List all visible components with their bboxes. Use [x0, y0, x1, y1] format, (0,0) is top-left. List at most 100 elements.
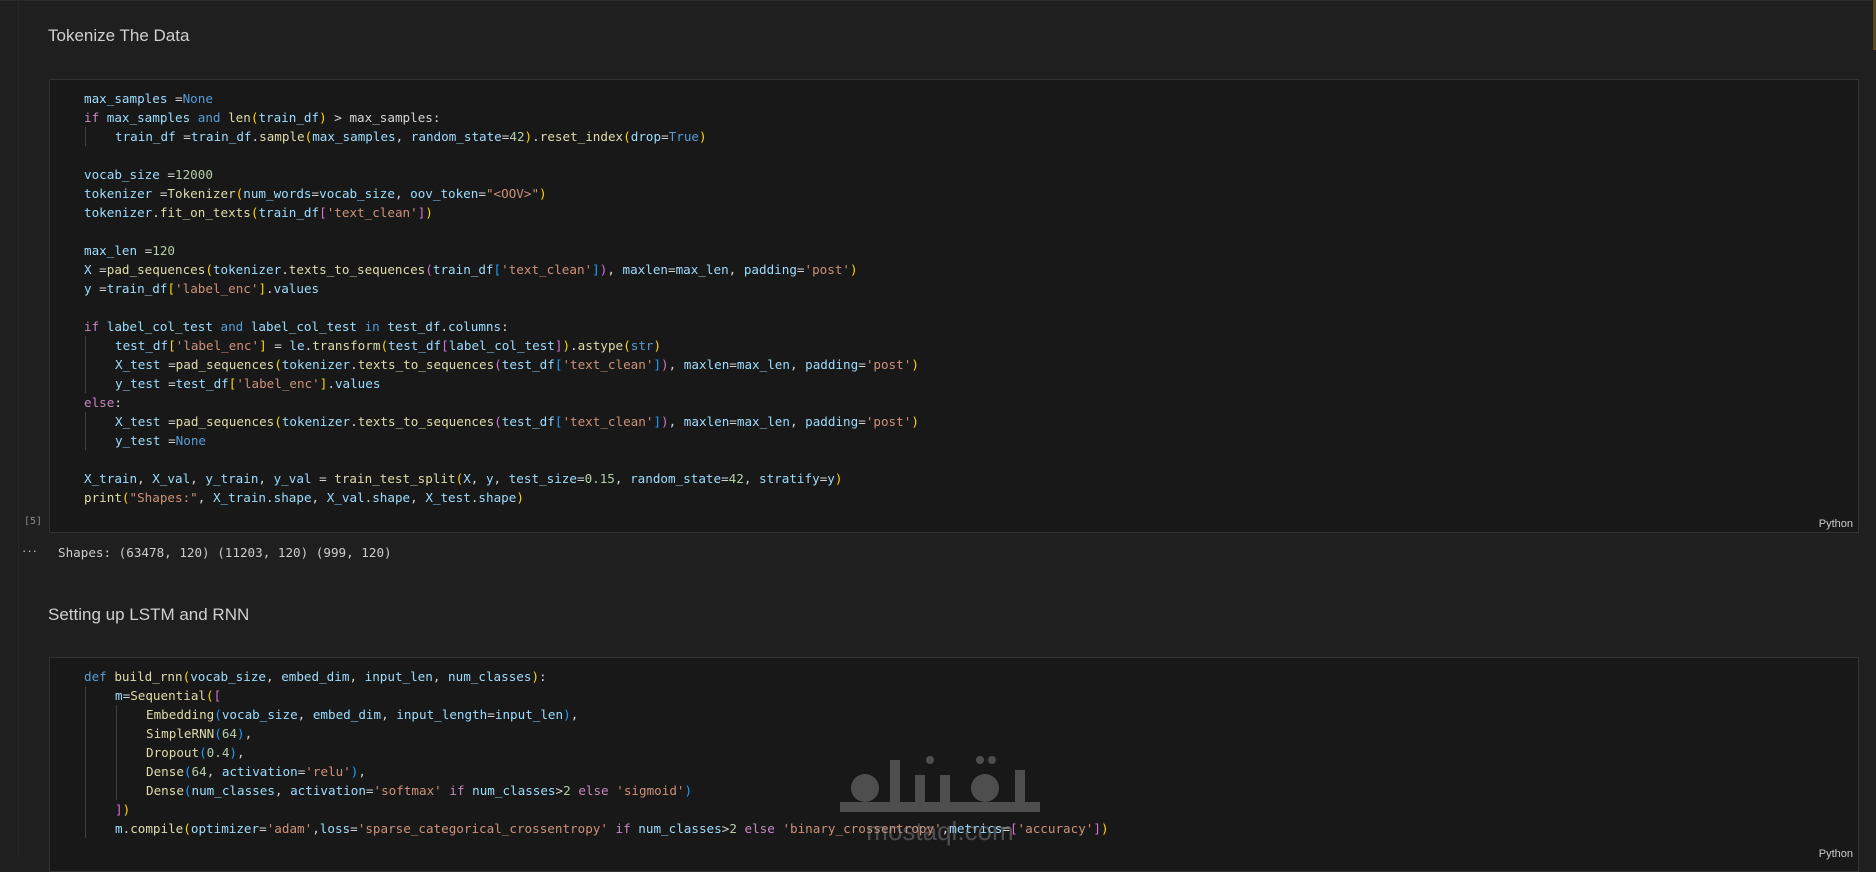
code-token: build_rnn [114, 669, 183, 684]
code-token: = [729, 357, 737, 372]
code-token: num_words [243, 186, 312, 201]
code-token: padding [743, 262, 797, 277]
code-token: shape [478, 490, 517, 505]
code-line[interactable]: else: [84, 393, 919, 412]
code-token: padding [805, 414, 859, 429]
code-token: : [114, 395, 122, 410]
code-token: loss [319, 821, 351, 836]
code-line[interactable]: Embedding(vocab_size, embed_dim, input_l… [84, 705, 1109, 724]
code-editor[interactable]: max_samples =None if max_samples and len(… [84, 89, 919, 507]
code-token: y_test [115, 376, 161, 391]
code-editor[interactable]: def build_rnn(vocab_size, embed_dim, inp… [84, 667, 1109, 838]
code-line[interactable]: train_df =train_df.sample(max_samples, r… [84, 127, 919, 146]
code-token: y_test [115, 433, 161, 448]
code-line[interactable]: vocab_size =12000 [84, 165, 919, 184]
code-token: 0.15 [584, 471, 615, 486]
cell-language-label[interactable]: Python [1819, 848, 1853, 860]
markdown-heading-tokenize: Tokenize The Data [48, 26, 190, 45]
code-token: ( [183, 783, 192, 798]
indent-guide [84, 800, 115, 819]
code-token: oov_token [410, 186, 479, 201]
code-line[interactable]: y_test =test_df['label_enc'].values [84, 374, 919, 393]
cell-language-label[interactable]: Python [1819, 518, 1853, 530]
code-token: , [789, 414, 806, 429]
code-token: train_df [190, 129, 252, 144]
code-token: , [297, 707, 313, 722]
code-token: train_df [432, 262, 494, 277]
code-token: [ [319, 205, 327, 220]
code-line[interactable]: if label_col_test and label_col_test in … [84, 317, 919, 336]
code-line[interactable]: max_samples =None [84, 89, 919, 108]
code-token: , [607, 262, 623, 277]
code-token: ] [259, 338, 267, 353]
indent-guide [84, 336, 115, 355]
top-divider [0, 0, 1876, 1]
code-line[interactable]: tokenizer.fit_on_texts(train_df['text_cl… [84, 203, 919, 222]
code-token: 'accuracy' [1017, 821, 1094, 836]
code-line[interactable]: y =train_df['label_enc'].values [84, 279, 919, 298]
code-token: test_df [115, 338, 169, 353]
code-token: if [84, 319, 100, 334]
code-token: ] [592, 262, 600, 277]
code-token: reset_index [539, 129, 624, 144]
code-line[interactable]: m=Sequential([ [84, 686, 1109, 705]
code-line[interactable]: tokenizer =Tokenizer(num_words=vocab_siz… [84, 184, 919, 203]
code-line[interactable]: ]) [84, 800, 1109, 819]
code-line[interactable]: print("Shapes:", X_train.shape, X_val.sh… [84, 488, 919, 507]
code-token: print [84, 490, 122, 505]
code-token: , [570, 707, 579, 722]
code-line[interactable]: Dense(num_classes, activation='softmax' … [84, 781, 1109, 800]
code-token: 'relu' [305, 764, 351, 779]
code-line[interactable]: X =pad_sequences(tokenizer.texts_to_sequ… [84, 260, 919, 279]
code-line[interactable]: X_test =pad_sequences(tokenizer.texts_to… [84, 412, 919, 431]
execution-count: [5] [24, 516, 43, 527]
code-token: , [614, 471, 631, 486]
code-token: Dense [146, 783, 184, 798]
code-line[interactable] [84, 222, 919, 241]
indent-guide [115, 781, 146, 800]
code-token: None [182, 91, 213, 106]
output-more-icon[interactable]: ··· [22, 543, 38, 558]
code-cell-tokenize[interactable]: max_samples =None if max_samples and len(… [49, 79, 1859, 533]
code-line[interactable]: def build_rnn(vocab_size, embed_dim, inp… [84, 667, 1109, 686]
code-token: [ [168, 338, 176, 353]
code-line[interactable]: Dropout(0.4), [84, 743, 1109, 762]
code-token: embed_dim [281, 669, 350, 684]
code-token: sample [259, 129, 305, 144]
code-line[interactable]: X_test =pad_sequences(tokenizer.texts_to… [84, 355, 919, 374]
code-line[interactable]: Dense(64, activation='relu'), [84, 762, 1109, 781]
code-line[interactable]: SimpleRNN(64), [84, 724, 1109, 743]
code-line[interactable]: if max_samples and len(train_df) > max_s… [84, 108, 919, 127]
code-token: = [796, 262, 805, 277]
indent-guide [84, 412, 115, 431]
code-line[interactable]: max_len =120 [84, 241, 919, 260]
code-token: else [84, 395, 115, 410]
indent-guide [84, 686, 115, 705]
code-token: . [266, 490, 274, 505]
code-token: 'label_enc' [236, 376, 320, 391]
code-token: ( [425, 262, 433, 277]
code-token: y [84, 281, 92, 296]
code-token: in [364, 319, 380, 334]
code-token: num_classes [464, 783, 556, 798]
indent-guide [84, 431, 115, 450]
code-token: = [266, 338, 290, 353]
code-token: if [449, 783, 465, 798]
code-line[interactable]: test_df['label_enc'] = le.transform(test… [84, 336, 919, 355]
code-line[interactable] [84, 298, 919, 317]
code-token: = [167, 91, 183, 106]
code-line[interactable]: y_test =None [84, 431, 919, 450]
code-line[interactable]: m.compile(optimizer='adam',loss='sparse_… [84, 819, 1109, 838]
markdown-heading-lstm-rnn: Setting up LSTM and RNN [48, 605, 250, 624]
code-cell-build-rnn[interactable]: def build_rnn(vocab_size, embed_dim, inp… [49, 657, 1859, 872]
code-token: 'post' [865, 357, 912, 372]
code-line[interactable] [84, 450, 919, 469]
code-token: > max_samples: [326, 110, 441, 125]
code-token: , [190, 471, 206, 486]
code-line[interactable] [84, 146, 919, 165]
code-line[interactable]: X_train, X_val, y_train, y_val = train_t… [84, 469, 919, 488]
code-token: ( [623, 129, 631, 144]
code-token: max_len [736, 414, 790, 429]
code-token: ) [563, 707, 571, 722]
